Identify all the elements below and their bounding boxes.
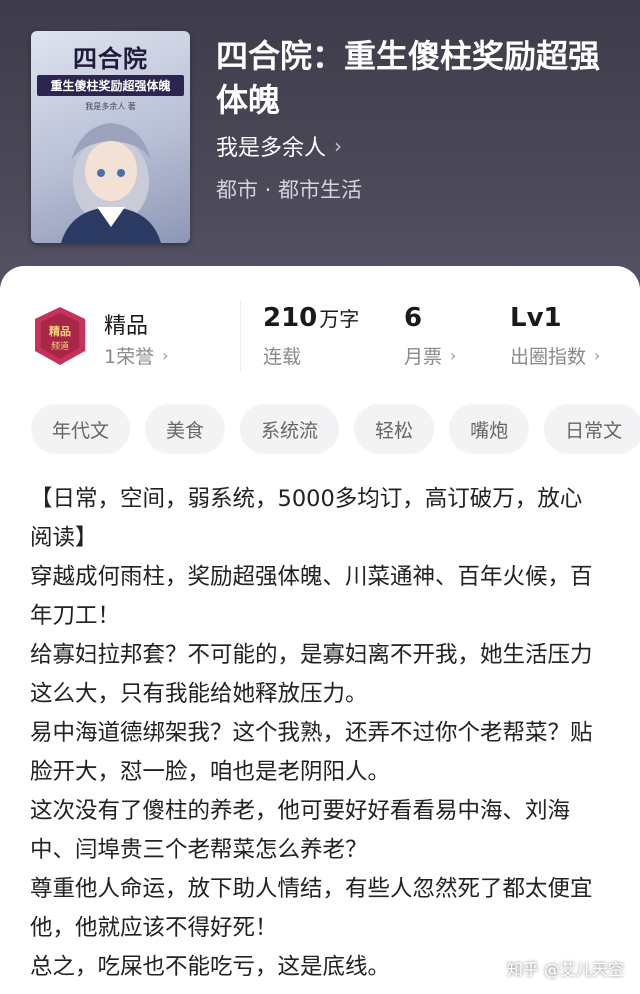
description-line: 【日常，空间，弱系统，5000多均订，高订破万，放心阅读】 [30,486,583,551]
book-description: 【日常，空间，弱系统，5000多均订，高订破万，放心阅读】 穿越成何雨柱，奖励超… [30,480,602,987]
book-header: 四合院 重生傻柱奖励超强体魄 我是多余人 著 四合院：重生傻柱奖励超强体魄 我是… [0,0,640,300]
monthly-votes-link[interactable]: 月票 › [404,342,456,369]
tag-chip[interactable]: 嘴炮 [449,404,530,454]
chevron-right-icon: › [594,346,601,365]
level-label: 出圈指数 [510,346,587,368]
cover-subtitle: 重生傻柱奖励超强体魄 [37,75,184,96]
tag-chip[interactable]: 系统流 [240,404,340,454]
description-line: 给寡妇拉邦套？不可能的，是寡妇离不开我，她生活压力这么大，只有我能给她释放压力。 [30,642,593,707]
level-value: Lv1 [510,303,562,333]
honor-link[interactable]: 1荣誉 › [104,342,169,369]
monthly-votes-value: 6 [404,303,423,333]
serial-status: 连载 [263,346,302,368]
description-line: 这次没有了傻柱的养老，他可要好好看看易中海、刘海中、闫埠贵三个老帮菜怎么养老？ [30,798,571,863]
tag-chip[interactable]: 美食 [145,404,226,454]
divider [240,300,241,372]
book-title: 四合院：重生傻柱奖励超强体魄 [216,37,601,119]
word-count: 210 万字 [263,303,359,333]
cover-title: 四合院 [73,45,148,73]
premium-badge-icon[interactable]: 精品 频道 [31,305,89,367]
tag-list: 年代文 美食 系统流 轻松 嘴炮 日常文 [31,404,640,454]
author-link[interactable]: 我是多余人 › [216,130,342,162]
badge-label: 精品 [104,314,149,339]
cover-author: 我是多余人 著 [85,102,136,111]
description-line: 易中海道德绑架我？这个我熟，还弄不过你个老帮菜？贴脸开大，怼一脸，咱也是老阴阳人… [30,720,593,785]
word-count-unit: 万字 [319,307,360,331]
description-line: 尊重他人命运，放下助人情结，有些人忽然死了都太便宜他，他就应该不得好死！ [30,876,593,941]
monthly-votes-label: 月票 [404,346,443,368]
svg-text:频道: 频道 [51,340,69,352]
description-line: 穿越成何雨柱，奖励超强体魄、川菜通神、百年火候，百年刀工！ [30,564,593,629]
book-cover[interactable]: 四合院 重生傻柱奖励超强体魄 我是多余人 著 [31,31,190,243]
word-count-value: 210 [263,303,318,333]
tag-chip[interactable]: 年代文 [31,404,131,454]
watermark: 知乎 @艾儿天空 [506,960,624,979]
book-genre: 都市 · 都市生活 [216,178,363,202]
author-name: 我是多余人 [216,136,327,161]
tag-chip[interactable]: 日常文 [544,404,640,454]
svg-text:精品: 精品 [49,324,71,338]
honor-count: 1荣誉 [104,346,155,368]
chevron-right-icon: › [334,134,343,158]
level-link[interactable]: 出圈指数 › [510,342,600,369]
tag-chip[interactable]: 轻松 [354,404,435,454]
chevron-right-icon: › [450,346,457,365]
chevron-right-icon: › [162,346,169,365]
